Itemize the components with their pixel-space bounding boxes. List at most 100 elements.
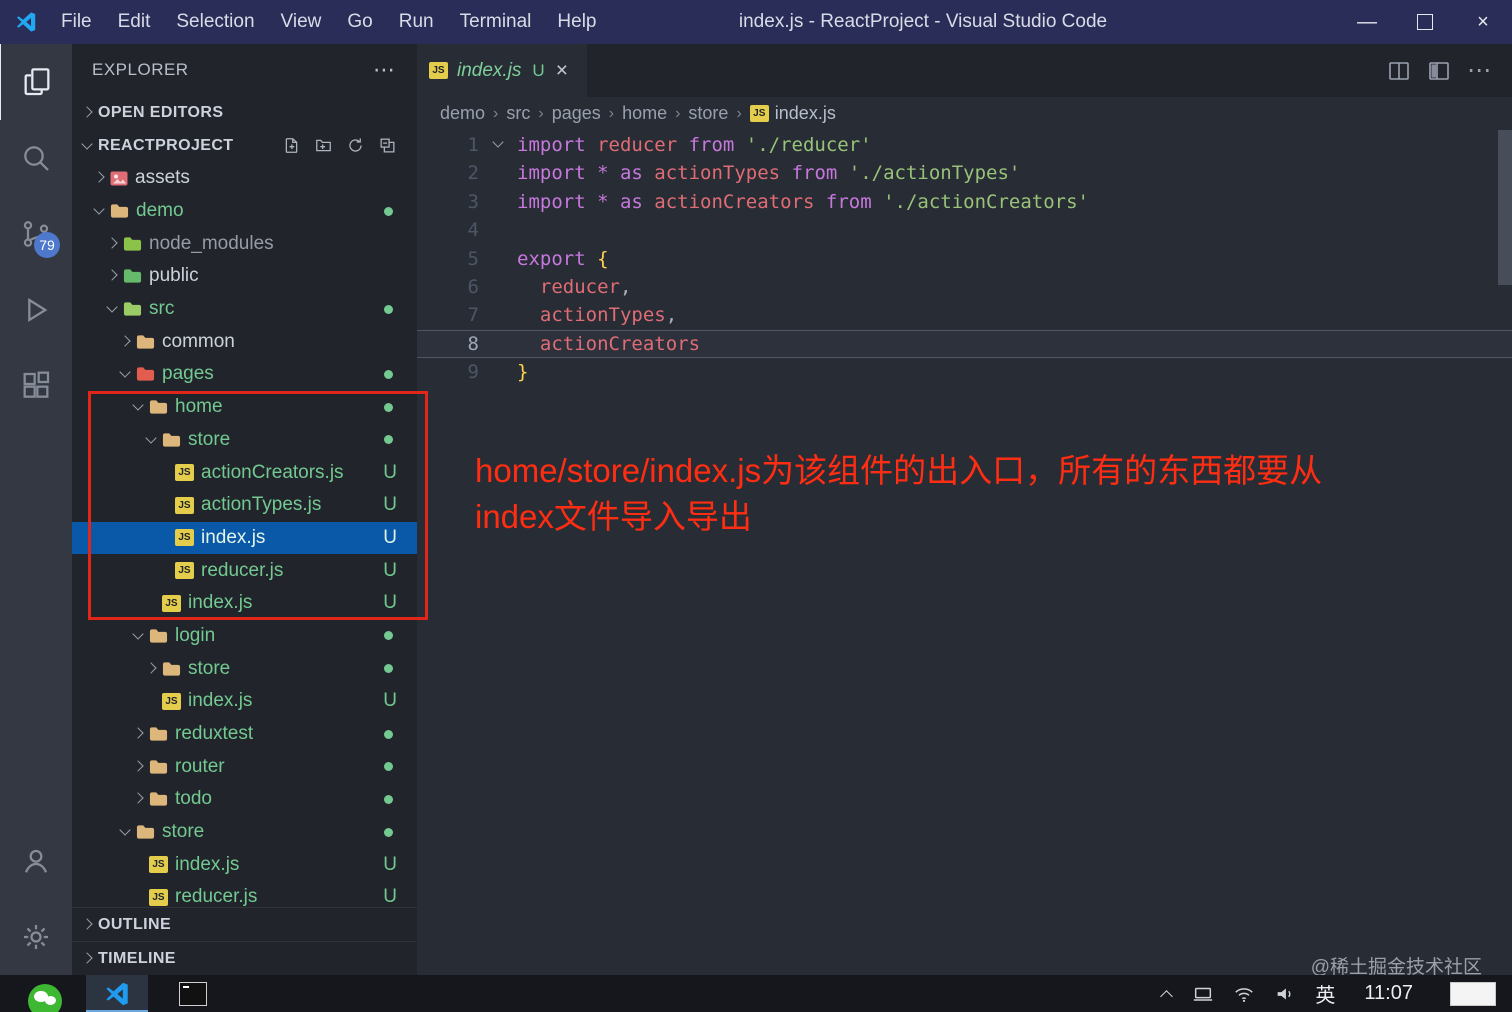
tree-item-home[interactable]: home [72,391,417,424]
split-editor-icon[interactable] [1387,59,1411,83]
close-button[interactable]: × [1454,0,1512,44]
breadcrumb-file[interactable]: JS index.js [749,103,836,124]
tree-item-public[interactable]: public [72,260,417,293]
tree-item-reducer-js[interactable]: JS reducer.js U [72,881,417,907]
code-area[interactable]: 1 import reducer from './reducer' 2 import … [417,130,1512,387]
device-icon[interactable] [1192,983,1214,1005]
code-line-7[interactable]: 7 actionTypes, [417,301,1512,329]
code-line-8[interactable]: 8 actionCreators [417,329,1512,359]
refresh-icon[interactable] [346,136,365,155]
tree-item-login[interactable]: login [72,620,417,653]
maximize-button[interactable] [1396,0,1454,44]
source-control-icon[interactable]: 79 [0,196,72,272]
explorer-more-icon[interactable]: ⋯ [373,57,397,83]
tree-item-todo[interactable]: todo [72,783,417,816]
tab-index-js[interactable]: JS index.js U × [417,44,587,97]
taskbar-clock[interactable]: 11:07 [1354,982,1431,1005]
menu-file[interactable]: File [48,0,105,44]
tree-item-assets[interactable]: assets [72,162,417,195]
code-line-6[interactable]: 6 reducer, [417,273,1512,301]
fold-chevron-icon[interactable] [489,134,509,154]
account-icon[interactable] [0,823,72,899]
js-file-icon: JS [175,562,194,580]
menu-terminal[interactable]: Terminal [447,0,545,44]
explorer-title: EXPLORER [92,60,189,79]
tree-item-index-js[interactable]: JS index.js U [72,587,417,620]
collapse-all-icon[interactable] [378,136,397,155]
breadcrumb-demo[interactable]: demo [440,103,485,124]
folder-icon [136,824,155,840]
breadcrumb: demo › src › pages › home › store › JS index.js [417,97,1512,130]
menu-run[interactable]: Run [386,0,447,44]
project-section[interactable]: REACTPROJECT [72,129,417,162]
code-line-5[interactable]: 5 export { [417,245,1512,273]
js-file-icon: JS [162,594,181,612]
tree-item-router[interactable]: router [72,750,417,783]
menu-help[interactable]: Help [544,0,609,44]
taskbar-vscode-button[interactable] [86,975,148,1012]
breadcrumb-src[interactable]: src [506,103,530,124]
folder-icon [123,268,142,284]
editor-scrollbar[interactable] [1498,130,1512,285]
tree-item-src[interactable]: src [72,293,417,326]
new-file-icon[interactable] [282,136,301,155]
tree-item-common[interactable]: common [72,325,417,358]
code-line-3[interactable]: 3 import * as actionCreators from './acti… [417,188,1512,216]
tree-item-node-modules[interactable]: node_modules [72,227,417,260]
source-control-badge: 79 [34,232,60,258]
editor-more-icon[interactable]: ⋯ [1467,56,1492,85]
breadcrumb-store[interactable]: store [688,103,728,124]
network-icon[interactable] [1233,983,1255,1005]
js-file-icon: JS [162,692,181,710]
tree-item-label: pages [162,363,214,385]
minimize-button[interactable]: — [1338,0,1396,44]
tree-item-actioncreators-js[interactable]: JS actionCreators.js U [72,456,417,489]
taskbar-terminal-button[interactable] [162,975,224,1012]
breadcrumb-home[interactable]: home [622,103,667,124]
outline-section[interactable]: OUTLINE [72,907,417,941]
code-token: import [517,162,598,185]
volume-icon[interactable] [1274,983,1296,1005]
ime-indicator[interactable]: 英 [1315,979,1335,1008]
outline-label: OUTLINE [98,915,172,933]
tab-close-icon[interactable]: × [556,59,568,83]
wechat-icon[interactable] [28,983,62,1012]
code-token: actionCreators [654,190,826,213]
git-modified-dot [384,206,393,216]
tree-item-index-js[interactable]: JS index.js U [72,521,417,555]
tree-item-index-js[interactable]: JS index.js U [72,685,417,718]
settings-gear-icon[interactable] [0,899,72,975]
menu-view[interactable]: View [268,0,335,44]
extensions-icon[interactable] [0,348,72,424]
code-line-4[interactable]: 4 [417,216,1512,244]
layout-icon[interactable] [1427,59,1451,83]
tree-item-actiontypes-js[interactable]: JS actionTypes.js U [72,489,417,522]
run-debug-icon[interactable] [0,272,72,348]
new-folder-icon[interactable] [314,136,333,155]
tree-item-index-js[interactable]: JS index.js U [72,848,417,881]
menu-go[interactable]: Go [334,0,385,44]
chevron-right-icon [78,949,98,969]
breadcrumb-pages[interactable]: pages [552,103,601,124]
taskbar: 英 11:07 [0,975,1512,1012]
tree-item-pages[interactable]: pages [72,358,417,391]
tree-item-store[interactable]: store [72,652,417,685]
tree-item-reducer-js[interactable]: JS reducer.js U [72,554,417,587]
tree-item-demo[interactable]: demo [72,195,417,228]
menu-selection[interactable]: Selection [163,0,267,44]
git-untracked-badge: U [383,690,397,712]
code-line-9[interactable]: 9} [417,358,1512,386]
tree-item-label: actionTypes.js [201,494,322,516]
tree-item-store[interactable]: store [72,816,417,849]
open-editors-section[interactable]: OPEN EDITORS [72,96,417,129]
tray-expand-icon[interactable] [1161,988,1173,1000]
code-line-2[interactable]: 2 import * as actionTypes from './actionT… [417,159,1512,187]
timeline-section[interactable]: TIMELINE [72,941,417,975]
tree-item-store[interactable]: store [72,424,417,457]
explorer-icon[interactable] [0,44,73,120]
tree-item-reduxtest[interactable]: reduxtest [72,718,417,751]
search-icon[interactable] [0,120,72,196]
menu-edit[interactable]: Edit [105,0,164,44]
code-line-1[interactable]: 1 import reducer from './reducer' [417,131,1512,159]
folder-icon [136,366,155,382]
